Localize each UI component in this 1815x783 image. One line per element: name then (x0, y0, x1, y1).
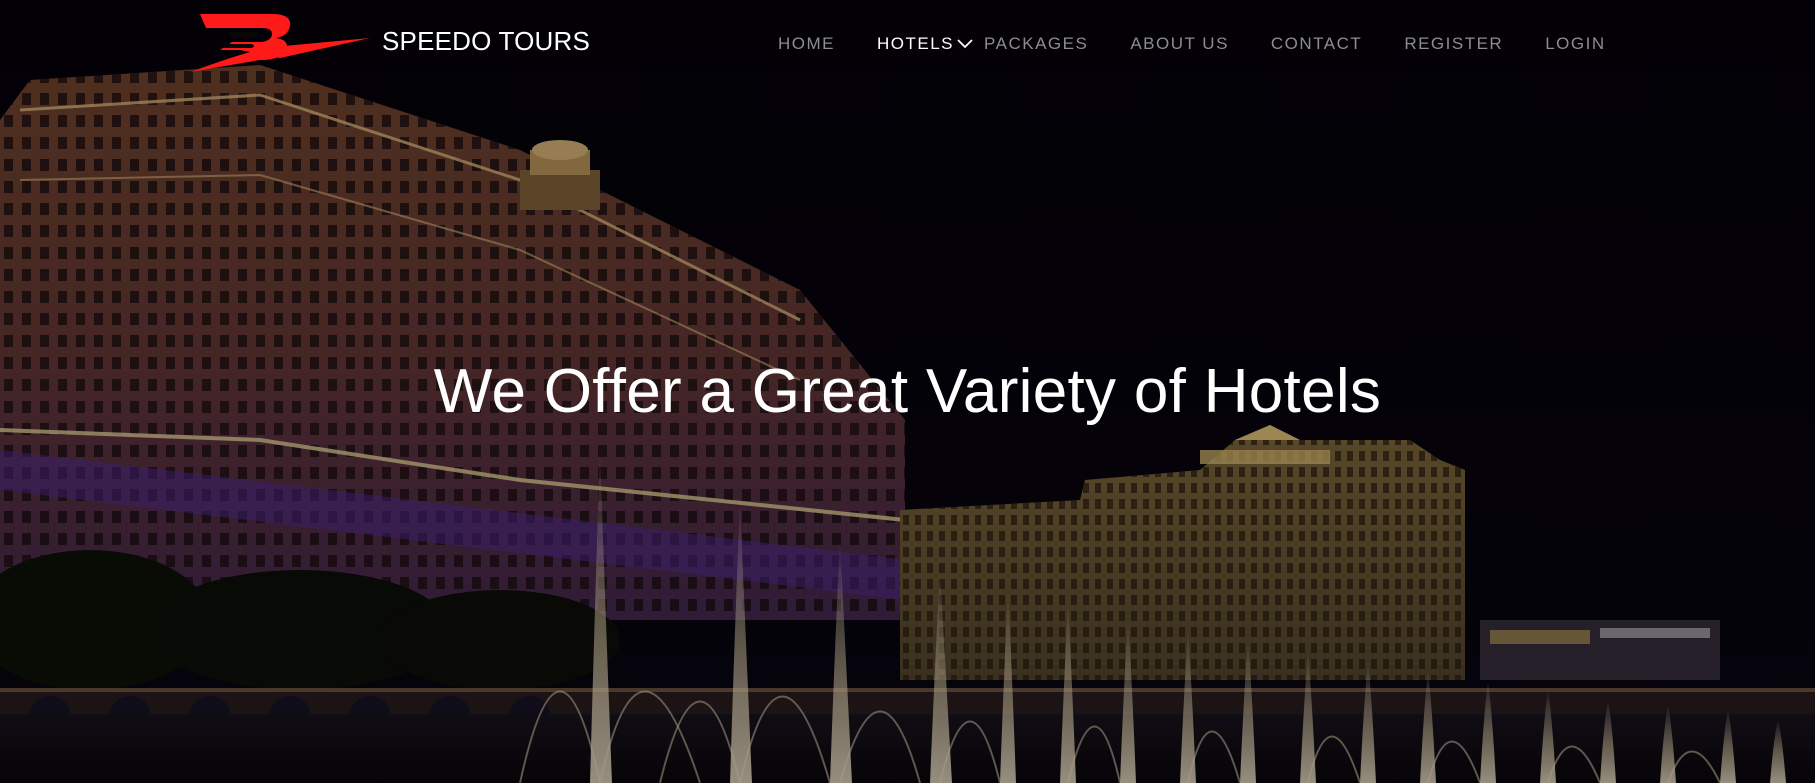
nav-packages[interactable]: PACKAGES (984, 34, 1088, 54)
brand-name[interactable]: SPEEDO TOURS (382, 26, 590, 57)
nav-contact[interactable]: CONTACT (1271, 34, 1362, 54)
nav-home[interactable]: HOME (778, 34, 835, 54)
hero-section: SPEEDO TOURS HOME HOTELS PACKAGES ABOUT … (0, 0, 1815, 783)
nav-about-us[interactable]: ABOUT US (1130, 34, 1229, 54)
nav-hotels-label: HOTELS (877, 34, 955, 53)
brand[interactable]: SPEEDO TOURS (180, 10, 590, 72)
hero-headline: We Offer a Great Variety of Hotels (433, 357, 1382, 426)
main-nav: HOME HOTELS PACKAGES ABOUT US CONTACT RE… (778, 34, 1606, 54)
navbar: SPEEDO TOURS HOME HOTELS PACKAGES ABOUT … (0, 0, 1815, 90)
speedo-logo-icon[interactable] (180, 10, 370, 72)
nav-hotels[interactable]: HOTELS (877, 34, 974, 54)
nav-register[interactable]: REGISTER (1404, 34, 1503, 54)
nav-login[interactable]: LOGIN (1545, 34, 1605, 54)
chevron-down-icon (957, 39, 973, 49)
